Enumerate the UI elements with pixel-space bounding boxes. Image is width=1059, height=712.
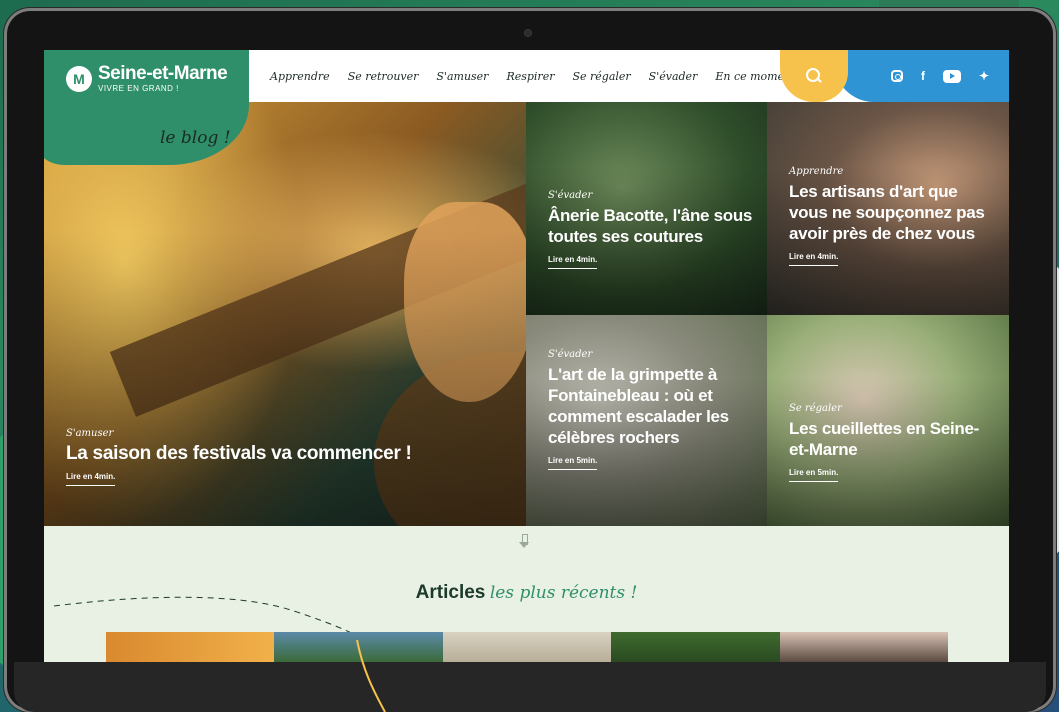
nav-item-samuser[interactable]: S'amuser <box>436 70 488 83</box>
site-logo[interactable]: M Seine-et-Marne VIVRE EN GRAND ! <box>66 63 228 94</box>
laptop-chin <box>14 662 1046 712</box>
social-bar: f ✦ <box>834 50 1009 102</box>
article-thumbnail[interactable] <box>611 632 780 662</box>
facebook-icon[interactable]: f <box>921 69 925 83</box>
recent-articles-list <box>106 632 949 662</box>
article-thumbnail[interactable] <box>442 632 612 662</box>
featured-article-card[interactable]: S'amuser La saison des festivals va comm… <box>44 102 526 526</box>
article-card-artisans[interactable]: Apprendre Les artisans d'art que vous ne… <box>767 102 1009 315</box>
search-icon <box>806 68 822 84</box>
logo-name: Seine-et-Marne <box>98 63 228 84</box>
article-card-grimpette[interactable]: S'évader L'art de la grimpette à Fontain… <box>526 315 767 526</box>
blog-label: le blog ! <box>160 128 231 148</box>
nav-item-sevader[interactable]: S'évader <box>649 70 698 83</box>
article-card-anerie[interactable]: S'évader Ânerie Bacotte, l'âne sous tout… <box>526 102 767 315</box>
camera <box>525 30 531 36</box>
nav-item-apprendre[interactable]: Apprendre <box>270 70 330 83</box>
article-category: S'évader <box>548 190 593 201</box>
main-nav: Apprendre Se retrouver S'amuser Respirer… <box>270 50 796 102</box>
heading-bold: Articles <box>415 582 486 603</box>
recent-articles-heading: Articles les plus récents ! <box>44 582 1009 604</box>
article-title: Ânerie Bacotte, l'âne sous toutes ses co… <box>548 206 753 246</box>
article-thumbnail[interactable] <box>106 632 275 662</box>
article-title: L'art de la grimpette à Fontainebleau : … <box>548 365 729 447</box>
read-time: Lire en 5min. <box>548 456 598 470</box>
read-time: Lire en 4min. <box>66 472 116 486</box>
article-thumbnail[interactable] <box>779 632 949 662</box>
article-category: Apprendre <box>789 166 844 177</box>
article-category: Se régaler <box>789 403 842 414</box>
article-category: S'amuser <box>66 428 114 439</box>
nav-item-se-retrouver[interactable]: Se retrouver <box>348 70 419 83</box>
read-time: Lire en 5min. <box>789 468 839 482</box>
screen: M Seine-et-Marne VIVRE EN GRAND ! le blo… <box>44 50 1009 662</box>
youtube-icon[interactable] <box>942 69 961 83</box>
article-title: La saison des festivals va commencer ! <box>66 443 412 464</box>
nav-item-se-regaler[interactable]: Se régaler <box>572 70 630 83</box>
arrow-down-icon[interactable] <box>518 534 530 550</box>
hero-grid: S'amuser La saison des festivals va comm… <box>44 102 1009 526</box>
read-time: Lire en 4min. <box>789 252 839 266</box>
instagram-icon[interactable] <box>890 70 903 82</box>
article-title: Les cueillettes en Seine-et-Marne <box>789 419 979 459</box>
nav-item-respirer[interactable]: Respirer <box>506 70 554 83</box>
recent-articles-section: Articles les plus récents ! <box>44 526 1009 662</box>
article-category: S'évader <box>548 349 593 360</box>
heading-script: les plus récents ! <box>489 583 638 603</box>
article-card-cueillettes[interactable]: Se régaler Les cueillettes en Seine-et-M… <box>767 315 1009 526</box>
logo-mark-icon: M <box>66 66 92 92</box>
logo-tagline: VIVRE EN GRAND ! <box>98 84 179 93</box>
twitter-icon[interactable]: ✦ <box>979 69 989 83</box>
read-time: Lire en 4min. <box>548 255 598 269</box>
article-title: Les artisans d'art que vous ne soupçonne… <box>789 182 985 243</box>
site-header: M Seine-et-Marne VIVRE EN GRAND ! le blo… <box>44 50 1009 165</box>
decorative-yellow-curve <box>356 640 386 712</box>
